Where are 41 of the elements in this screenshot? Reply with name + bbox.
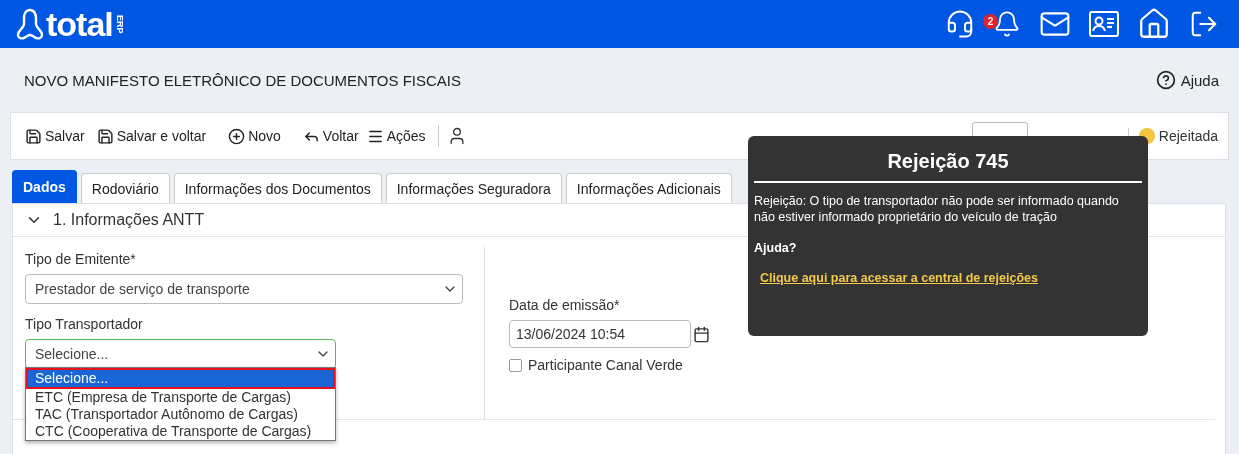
tab[interactable]: Informações dos Documentos bbox=[173, 173, 382, 203]
dropdown-option[interactable]: TAC (Transportador Autônomo de Cargas) bbox=[26, 406, 335, 423]
headset-icon[interactable] bbox=[945, 9, 975, 39]
logo-icon bbox=[16, 8, 44, 40]
status-label: Rejeitada bbox=[1158, 128, 1218, 144]
home-icon[interactable] bbox=[1137, 7, 1171, 41]
calendar-icon[interactable] bbox=[693, 325, 710, 343]
tooltip-title: Rejeição 745 bbox=[754, 150, 1142, 183]
toolbar-button[interactable]: Salvar bbox=[21, 127, 89, 145]
page-title: NOVO MANIFESTO ELETRÔNICO DE DOCUMENTOS FISCAIS bbox=[24, 71, 461, 89]
logo-text: total bbox=[46, 7, 113, 41]
help-icon bbox=[1155, 70, 1176, 90]
logo-subtext: ERP bbox=[114, 14, 124, 34]
dropdown-option[interactable]: ETC (Empresa de Transporte de Cargas) bbox=[26, 389, 335, 406]
notification-badge: 2 bbox=[983, 14, 998, 29]
date-field[interactable]: 13/06/2024 10:54 bbox=[509, 320, 691, 348]
toolbar-button[interactable]: Salvar e voltar bbox=[92, 127, 211, 145]
tab[interactable]: Informações Seguradora bbox=[385, 173, 562, 203]
save-icon bbox=[96, 127, 114, 145]
rejections-link[interactable]: Clique aqui para acessar a central de rejeições bbox=[760, 271, 1038, 285]
save-icon bbox=[25, 127, 42, 145]
checkbox-label: Participante Canal Verde bbox=[528, 357, 683, 373]
bell-icon[interactable] bbox=[993, 10, 1021, 38]
plus-icon bbox=[228, 127, 246, 145]
id-card-icon[interactable] bbox=[1089, 11, 1119, 37]
tab[interactable]: Informações Adicionais bbox=[565, 173, 732, 203]
toolbar-button[interactable]: Ações bbox=[362, 127, 430, 145]
field-label: Tipo de Emitente* bbox=[25, 251, 137, 267]
tab[interactable]: Rodoviário bbox=[80, 173, 170, 203]
logout-icon[interactable] bbox=[1189, 9, 1219, 39]
select-field[interactable]: Prestador de serviço de transporte bbox=[25, 274, 463, 304]
tab[interactable]: Dados bbox=[12, 170, 77, 203]
field-label: Tipo Transportador bbox=[25, 316, 144, 332]
checkbox[interactable] bbox=[509, 358, 522, 372]
field-label: Data de emissão* bbox=[509, 297, 621, 313]
tooltip-help-label: Ajuda? bbox=[754, 241, 798, 255]
toolbar-button[interactable]: Voltar bbox=[298, 127, 363, 145]
toolbar-button[interactable]: Novo bbox=[224, 127, 285, 145]
help-link[interactable]: Ajuda bbox=[1155, 70, 1219, 90]
dropdown-option[interactable]: Selecione... bbox=[26, 368, 335, 389]
dropdown-option[interactable]: CTC (Cooperativa de Transporte de Cargas) bbox=[26, 423, 335, 440]
